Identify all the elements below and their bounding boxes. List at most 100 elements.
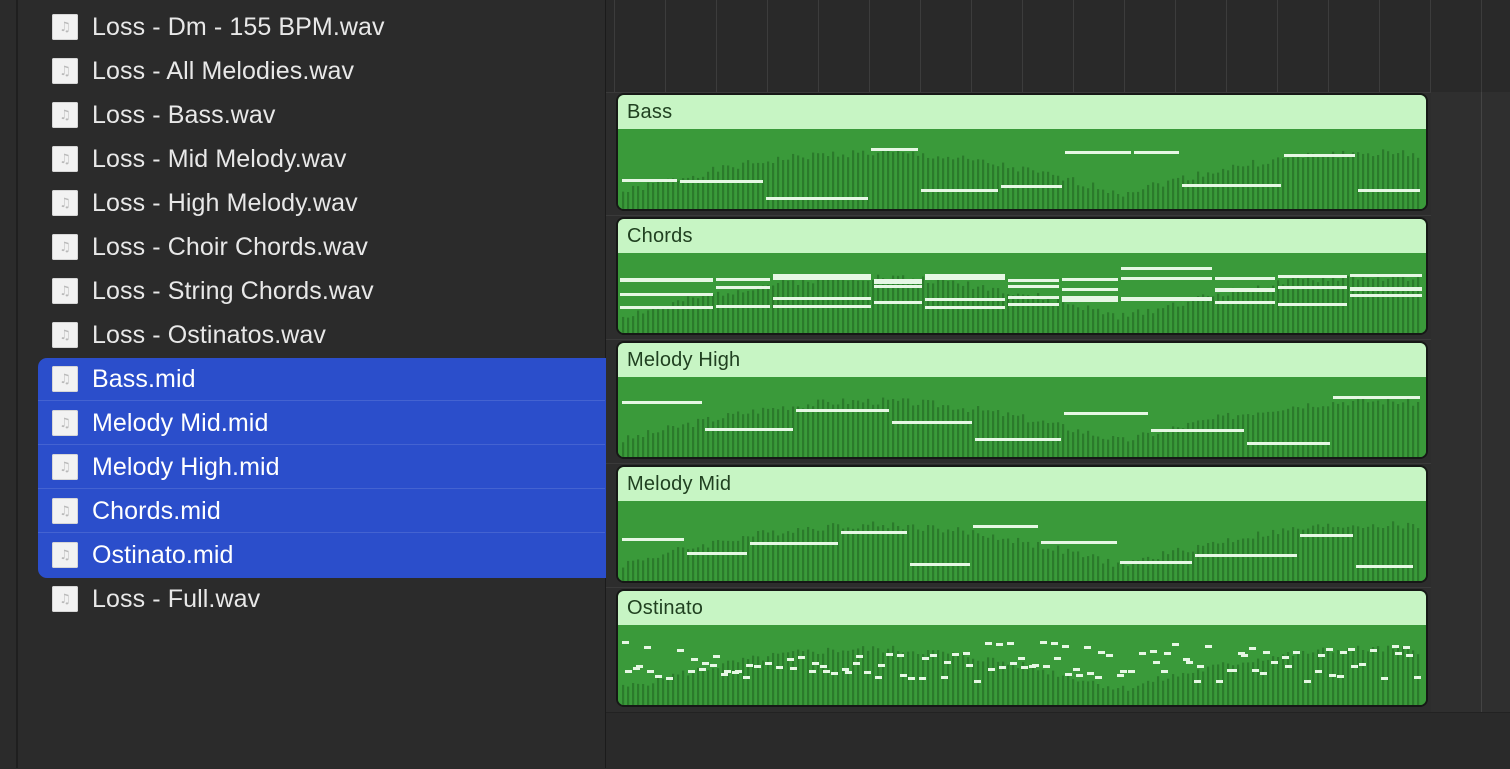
midi-note: [677, 649, 684, 652]
arrange-area[interactable]: Bass Chords Melody High Melody Mid Ostin…: [606, 0, 1510, 769]
file-item-selected[interactable]: ♫ Melody High.mid: [38, 445, 605, 489]
track-separator: [606, 339, 1510, 340]
file-item-selected[interactable]: ♫ Bass.mid: [38, 357, 605, 401]
velocity-bar: [1122, 196, 1125, 209]
file-item[interactable]: ♫ Loss - Choir Chords.wav: [38, 225, 605, 269]
velocity-bar: [912, 405, 915, 457]
file-item[interactable]: ♫ Loss - Bass.wav: [38, 93, 605, 137]
region-header[interactable]: Ostinato: [618, 591, 1426, 625]
velocity-bar: [972, 530, 975, 581]
file-item[interactable]: ♫ Loss - String Chords.wav: [38, 269, 605, 313]
midi-note: [1333, 396, 1420, 399]
midi-note: [963, 652, 970, 655]
empty-track-area[interactable]: [1431, 92, 1510, 712]
file-item[interactable]: ♫ Loss - Mid Melody.wav: [38, 137, 605, 181]
midi-note: [874, 281, 922, 284]
velocity-bar: [642, 560, 645, 581]
velocity-bar: [717, 291, 720, 333]
velocity-bar: [922, 153, 925, 209]
velocity-bar: [987, 657, 990, 705]
velocity-bar: [1407, 156, 1410, 209]
midi-note: [1106, 654, 1113, 657]
midi-note: [999, 666, 1006, 669]
velocity-bar: [912, 524, 915, 581]
velocity-bar: [1237, 664, 1240, 705]
midi-region-bass[interactable]: Bass: [616, 93, 1428, 211]
midi-region-melody-mid[interactable]: Melody Mid: [616, 465, 1428, 583]
midi-region-melody-high[interactable]: Melody High: [616, 341, 1428, 459]
velocity-bar: [917, 529, 920, 581]
file-item[interactable]: ♫ Loss - Dm - 155 BPM.wav: [38, 5, 605, 49]
midi-note: [773, 277, 871, 280]
velocity-bar: [1132, 440, 1135, 457]
velocity-bar: [1107, 193, 1110, 209]
velocity-bar: [1247, 414, 1250, 457]
velocity-bar: [997, 661, 1000, 705]
region-header[interactable]: Melody Mid: [618, 467, 1426, 501]
velocity-bar: [892, 398, 895, 457]
file-item[interactable]: ♫ Loss - All Melodies.wav: [38, 49, 605, 93]
velocity-bar: [917, 155, 920, 209]
velocity-bar: [1287, 408, 1290, 457]
velocity-bar: [737, 290, 740, 333]
velocity-bar: [842, 276, 845, 333]
velocity-bar: [942, 277, 945, 333]
file-item-selected[interactable]: ♫ Melody Mid.mid: [38, 401, 605, 445]
midi-note: [644, 646, 651, 649]
midi-note: [716, 278, 770, 281]
empty-arrange-area[interactable]: [606, 712, 1510, 769]
velocity-bar: [1287, 157, 1290, 209]
velocity-bar: [652, 683, 655, 705]
region-header[interactable]: Melody High: [618, 343, 1426, 377]
file-item-selected[interactable]: ♫ Ostinato.mid: [38, 533, 605, 577]
velocity-bar: [922, 530, 925, 581]
file-item[interactable]: ♫ Loss - Full.wav: [38, 577, 605, 621]
velocity-bar: [1392, 273, 1395, 333]
file-item[interactable]: ♫ Loss - High Melody.wav: [38, 181, 605, 225]
midi-note: [687, 552, 747, 555]
velocity-bar: [667, 552, 670, 581]
velocity-bar: [737, 411, 740, 457]
velocity-bar: [1417, 654, 1420, 705]
velocity-bar: [767, 285, 770, 333]
velocity-bar: [927, 399, 930, 457]
midi-region-ostinato[interactable]: Ostinato: [616, 589, 1428, 707]
velocity-bar: [1352, 649, 1355, 705]
velocity-bar: [687, 675, 690, 705]
velocity-bar: [1397, 647, 1400, 705]
region-notes: [618, 501, 1426, 581]
velocity-bar: [812, 152, 815, 209]
velocity-bar: [1207, 543, 1210, 581]
velocity-bar: [1167, 678, 1170, 705]
velocity-bar: [1042, 549, 1045, 581]
region-header[interactable]: Chords: [618, 219, 1426, 253]
file-item-selected[interactable]: ♫ Chords.mid: [38, 489, 605, 533]
velocity-bar: [1107, 558, 1110, 581]
midi-note: [620, 293, 713, 296]
velocity-bar: [1412, 153, 1415, 209]
velocity-bar: [1157, 676, 1160, 705]
velocity-bar: [1222, 542, 1225, 581]
region-header[interactable]: Bass: [618, 95, 1426, 129]
velocity-bar: [987, 290, 990, 333]
file-item[interactable]: ♫ Loss - Ostinatos.wav: [38, 313, 605, 357]
velocity-bar: [697, 418, 700, 457]
midi-note: [996, 643, 1003, 646]
velocity-bar: [982, 285, 985, 333]
velocity-bar: [1337, 157, 1340, 209]
velocity-bar: [1237, 290, 1240, 333]
velocity-bar: [997, 410, 1000, 457]
music-note-icon: ♫: [52, 190, 78, 216]
velocity-bar: [822, 653, 825, 705]
midi-region-chords[interactable]: Chords: [616, 217, 1428, 335]
velocity-bar: [627, 435, 630, 457]
grid-line: [767, 0, 768, 92]
velocity-bar: [1267, 411, 1270, 457]
grid-line: [1328, 0, 1329, 92]
midi-note: [1008, 296, 1059, 299]
velocity-bar: [682, 670, 685, 705]
velocity-bar: [642, 683, 645, 705]
midi-note: [620, 278, 713, 281]
velocity-bar: [837, 652, 840, 705]
velocity-bar: [1062, 553, 1065, 581]
